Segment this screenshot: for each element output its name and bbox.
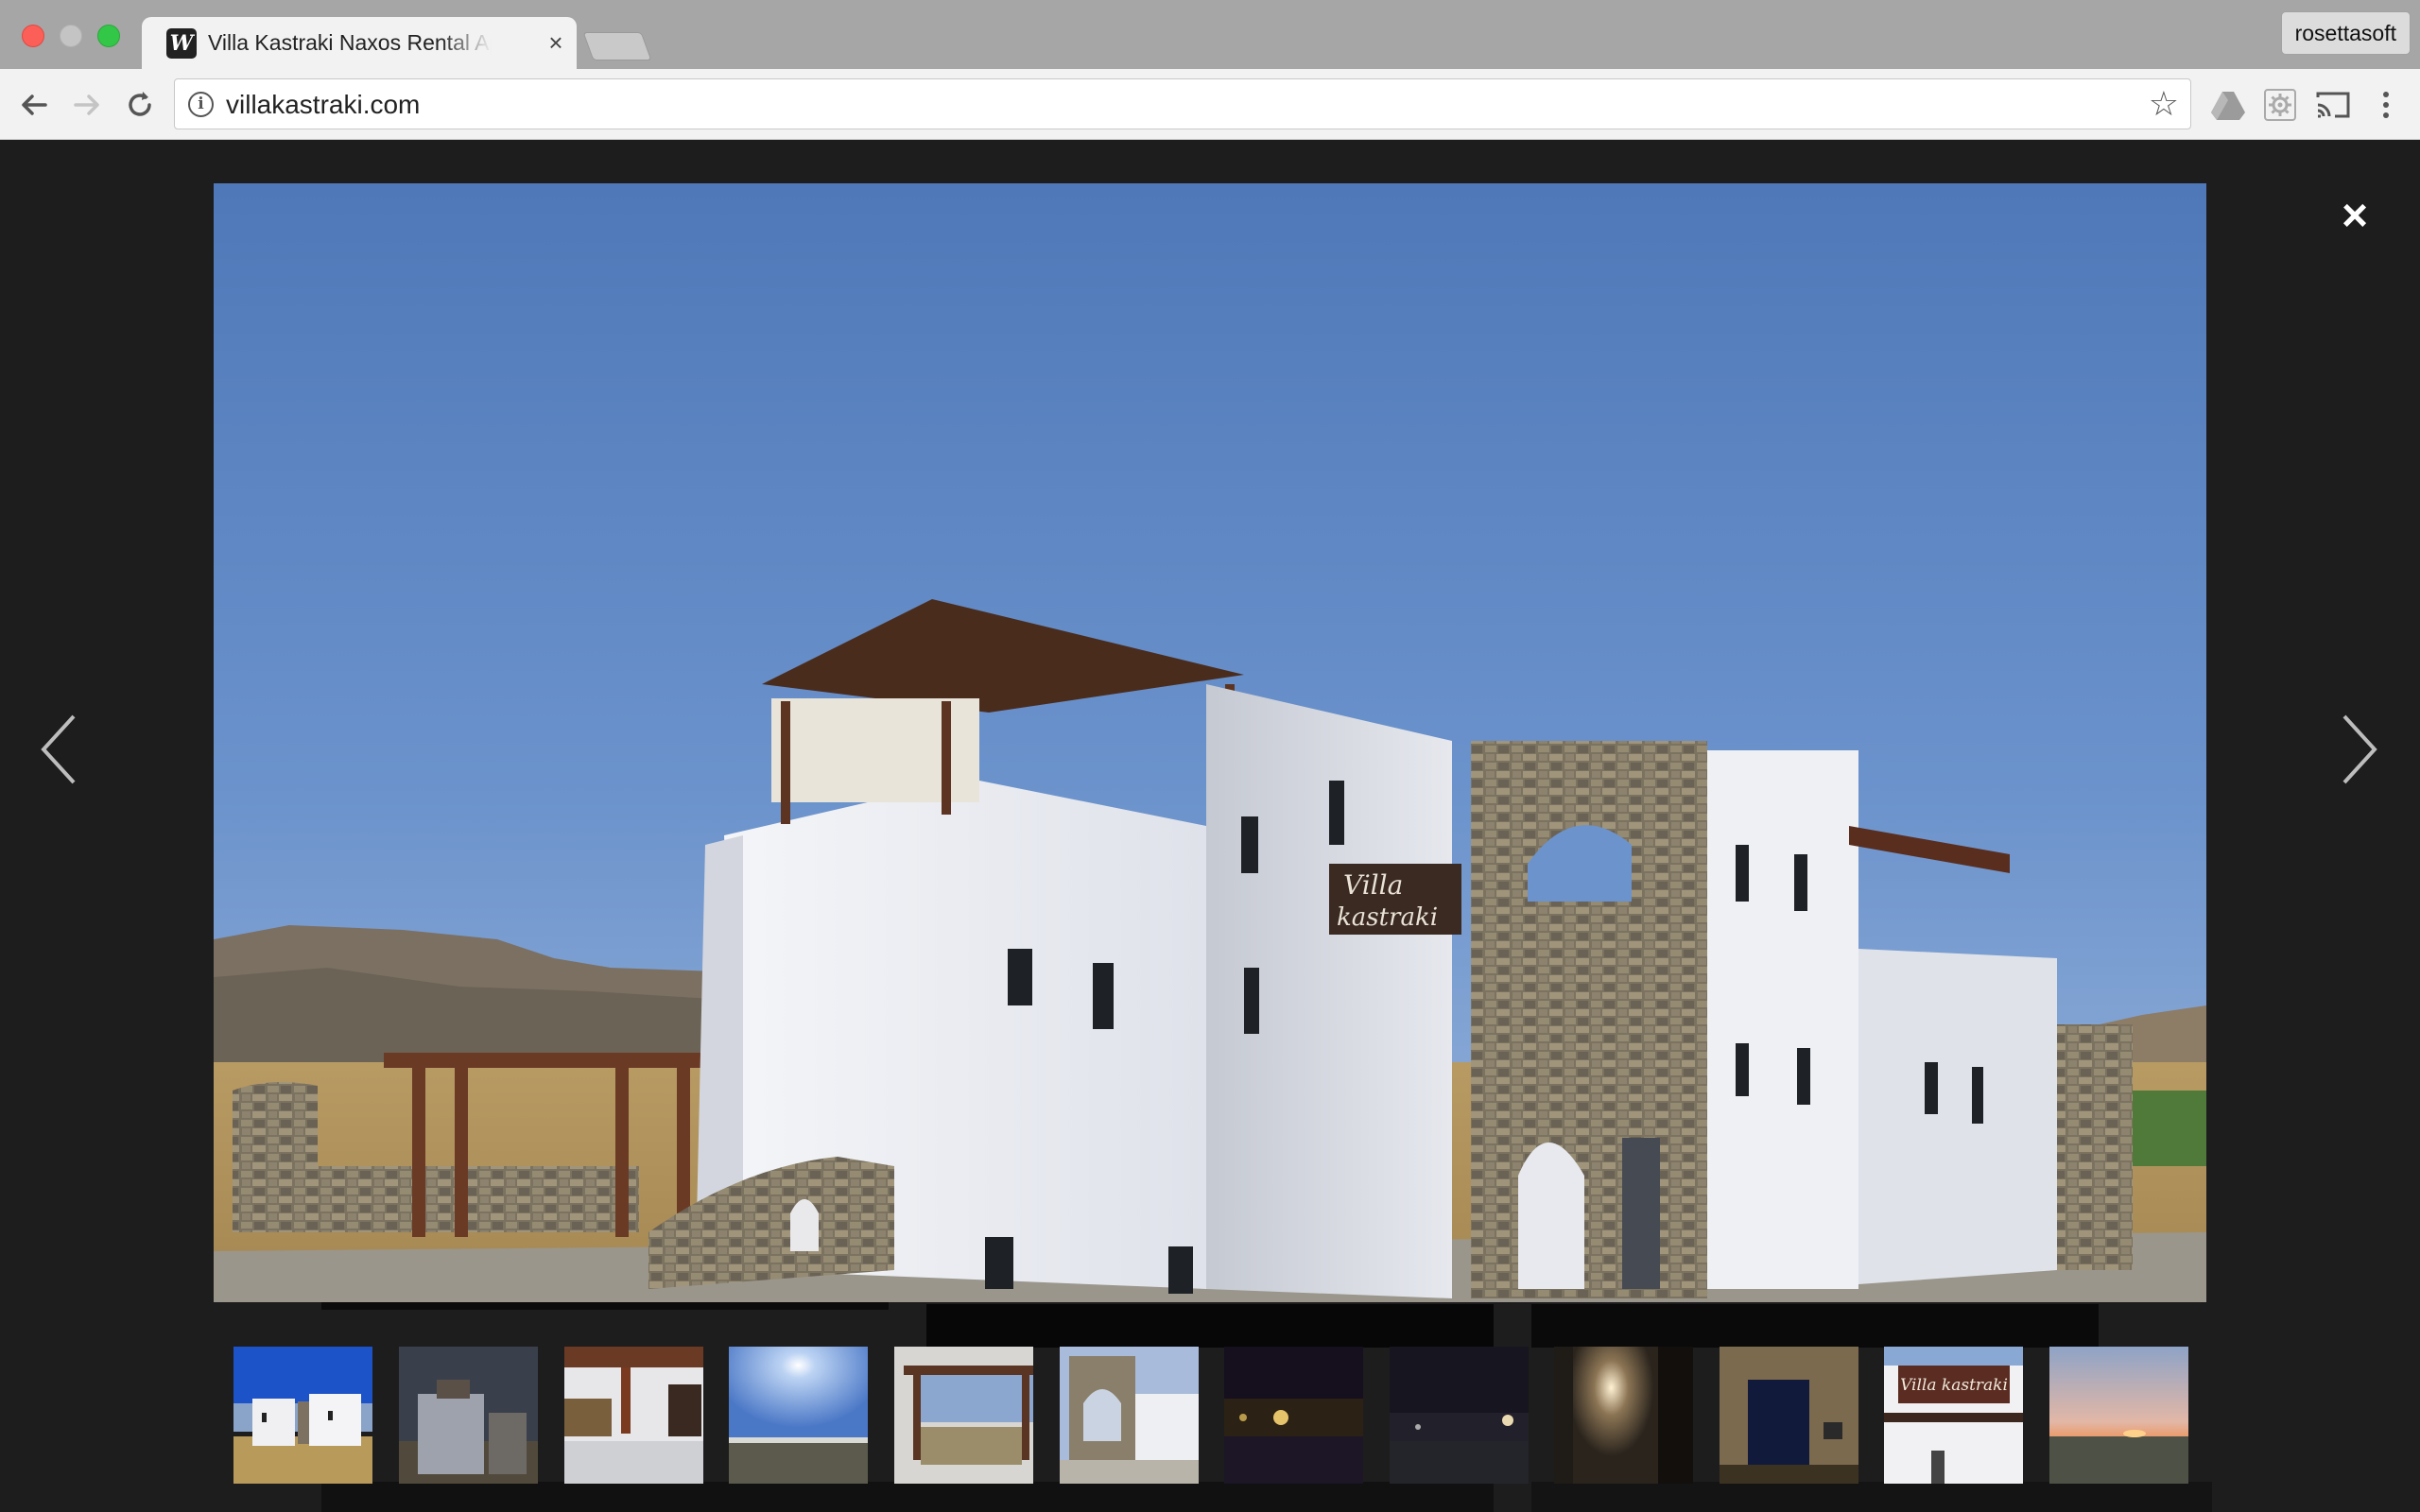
thumbnail-5[interactable] bbox=[894, 1347, 1033, 1484]
close-lightbox-button[interactable]: × bbox=[2331, 193, 2378, 240]
background-bar bbox=[1531, 1304, 2099, 1348]
cast-icon[interactable] bbox=[2314, 88, 2352, 122]
thumbnail-strip: Villa kastraki bbox=[233, 1347, 2190, 1485]
background-bar bbox=[926, 1304, 1494, 1348]
thumbnail-12[interactable] bbox=[2049, 1347, 2188, 1484]
url-text[interactable]: villakastraki.com bbox=[226, 90, 420, 120]
thumbnail-2[interactable] bbox=[399, 1347, 538, 1484]
forward-button[interactable] bbox=[66, 84, 108, 126]
next-photo-button[interactable] bbox=[2327, 707, 2384, 792]
background-bar bbox=[321, 1482, 1494, 1512]
window-minimize-button[interactable] bbox=[60, 25, 82, 47]
background-bar bbox=[1531, 1482, 2212, 1512]
lightbox-overlay: Villa kastraki × Villa kastraki bbox=[0, 140, 2420, 1512]
thumbnail-1[interactable] bbox=[233, 1347, 372, 1484]
thumbnail-8[interactable] bbox=[1390, 1347, 1529, 1484]
thumbnail-3[interactable] bbox=[564, 1347, 703, 1484]
tab-close-button[interactable]: × bbox=[543, 26, 569, 59]
address-bar[interactable]: i villakastraki.com ☆ bbox=[174, 78, 2191, 129]
thumbnail-9[interactable] bbox=[1554, 1347, 1693, 1484]
browser-toolbar: i villakastraki.com ☆ bbox=[0, 69, 2420, 140]
settings-gear-icon[interactable] bbox=[2261, 88, 2299, 122]
thumbnail-sign-text: Villa kastraki bbox=[1900, 1376, 2008, 1395]
back-arrow-icon bbox=[22, 94, 47, 115]
profile-button[interactable]: rosettasoft bbox=[2280, 11, 2411, 55]
reload-icon bbox=[129, 92, 151, 116]
back-button[interactable] bbox=[13, 84, 55, 126]
photo-sign-text-2: kastraki bbox=[1337, 903, 1438, 932]
main-photo: Villa kastraki bbox=[214, 183, 2206, 1302]
tab-title: Villa Kastraki Naxos Rental Apartments bbox=[208, 30, 492, 55]
thumbnail-4[interactable] bbox=[729, 1347, 868, 1484]
previous-photo-button[interactable] bbox=[34, 707, 91, 792]
menu-dots-icon[interactable] bbox=[2375, 88, 2397, 122]
tab-strip: W Villa Kastraki Naxos Rental Apartments… bbox=[0, 0, 2420, 70]
thumbnail-7[interactable] bbox=[1224, 1347, 1363, 1484]
thumbnail-6[interactable] bbox=[1060, 1347, 1199, 1484]
window-close-button[interactable] bbox=[22, 25, 44, 47]
background-bar bbox=[321, 1302, 889, 1310]
drive-icon[interactable] bbox=[2209, 88, 2247, 122]
browser-tab-active[interactable]: W Villa Kastraki Naxos Rental Apartments… bbox=[142, 17, 577, 70]
reload-button[interactable] bbox=[119, 84, 161, 126]
photo-sign-text-1: Villa bbox=[1343, 869, 1403, 901]
window-zoom-button[interactable] bbox=[97, 25, 120, 47]
bookmark-star-icon[interactable]: ☆ bbox=[2149, 85, 2179, 123]
forward-arrow-icon bbox=[74, 94, 99, 115]
info-icon[interactable]: i bbox=[188, 92, 214, 117]
site-favicon-icon: W bbox=[166, 28, 197, 59]
thumbnail-11[interactable]: Villa kastraki bbox=[1884, 1347, 2023, 1484]
new-tab-button[interactable] bbox=[582, 32, 652, 60]
thumbnail-10[interactable] bbox=[1720, 1347, 1858, 1484]
